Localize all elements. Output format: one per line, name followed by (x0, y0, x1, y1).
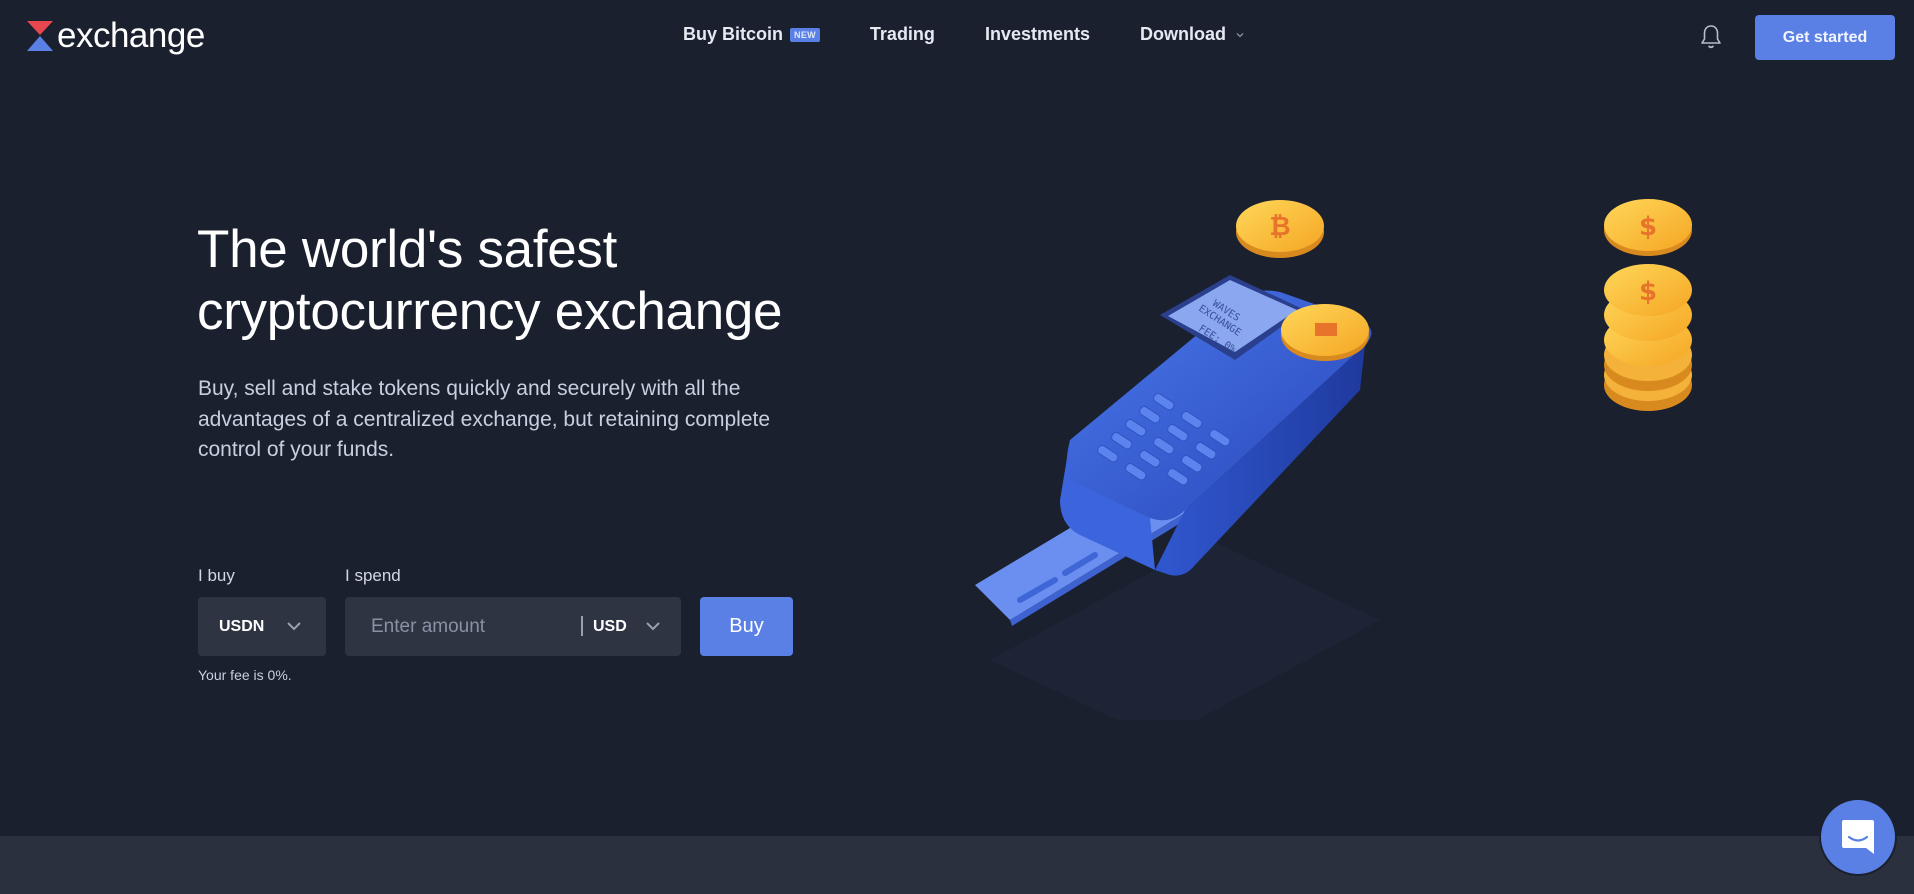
nav-label: Buy Bitcoin (683, 24, 784, 44)
spend-currency-value: USD (593, 617, 627, 635)
buy-label: I buy (198, 566, 235, 585)
logo[interactable]: exchange (26, 18, 205, 54)
bell-icon[interactable] (1698, 23, 1724, 51)
fee-note: Your fee is 0%. (198, 667, 292, 683)
svg-text:$: $ (1639, 212, 1657, 242)
hero-title: The world's safest cryptocurrency exchan… (197, 219, 783, 343)
chevron-down-icon (1236, 32, 1244, 37)
buy-button[interactable]: Buy (700, 597, 793, 656)
coin-illustration (1281, 304, 1369, 361)
dollar-coin-stack-illustration: $ $ (1604, 199, 1692, 411)
new-badge: NEW (790, 27, 820, 42)
chevron-down-icon (646, 622, 660, 631)
spend-label: I spend (345, 566, 401, 585)
chat-bubble-icon (1842, 820, 1874, 854)
nav-item-download[interactable]: Download (1140, 24, 1245, 45)
nav-item-buy-bitcoin[interactable]: Buy Bitcoin NEW (683, 24, 820, 45)
spend-currency-select[interactable]: USD (593, 597, 681, 656)
nav-label: Trading (869, 24, 935, 44)
logo-mark-icon (27, 21, 53, 51)
hero-title-line-2: cryptocurrency exchange (197, 282, 783, 341)
nav-item-trading[interactable]: Trading (870, 24, 935, 45)
divider (581, 616, 583, 636)
svg-text:$: $ (1639, 277, 1657, 307)
buy-asset-select[interactable]: USDN (198, 597, 326, 656)
spend-field: USD (345, 597, 681, 656)
nav-label: Download (1139, 24, 1226, 44)
svg-text:₿: ₿ (1269, 212, 1290, 242)
nav-item-investments[interactable]: Investments (985, 24, 1090, 45)
bitcoin-coin-illustration: ₿ (1236, 200, 1324, 258)
chat-launcher-button[interactable] (1821, 800, 1895, 874)
top-navigation: exchange Buy Bitcoin NEW Trading Investm… (0, 0, 1914, 75)
next-section (0, 836, 1914, 894)
chevron-down-icon (287, 622, 301, 631)
main-nav: Buy Bitcoin NEW Trading Investments Down… (683, 24, 1245, 45)
hero-title-line-1: The world's safest (197, 220, 618, 279)
payment-terminal-illustration: WAVES EXCHANGE FEE: 0% ₿ $ $ (975, 199, 1692, 720)
get-started-button[interactable]: Get started (1755, 15, 1895, 60)
nav-label: Investments (984, 24, 1090, 44)
buy-asset-value: USDN (219, 617, 265, 635)
hero-subtitle: Buy, sell and stake tokens quickly and s… (198, 377, 771, 461)
amount-input[interactable] (345, 597, 575, 656)
logo-text: exchange (57, 16, 205, 55)
